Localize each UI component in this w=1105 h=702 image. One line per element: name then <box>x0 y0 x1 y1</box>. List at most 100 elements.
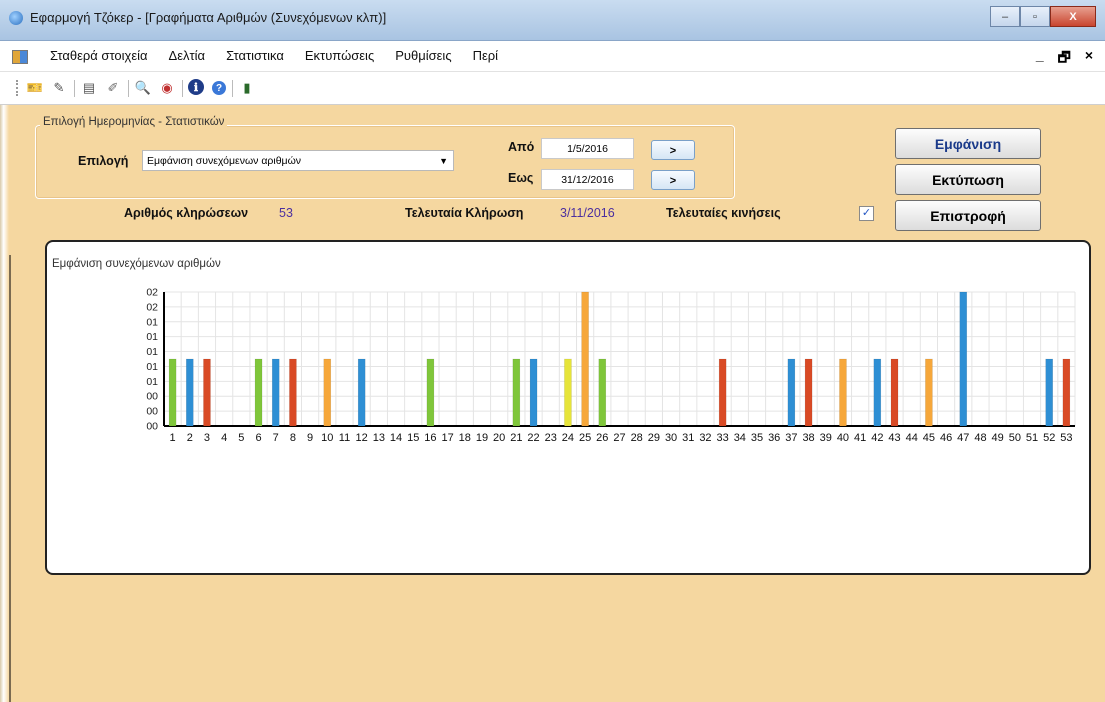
x-tick-label: 47 <box>957 432 969 444</box>
last-moves-label: Τελευταίες κινήσεις <box>666 206 781 220</box>
x-tick-label: 33 <box>717 432 729 444</box>
window-controls: – ▫ X <box>990 6 1096 27</box>
maximize-button[interactable]: ▫ <box>1020 6 1050 27</box>
bar-22 <box>529 358 538 427</box>
to-date-picker-button[interactable]: > <box>651 170 695 190</box>
x-tick-label: 18 <box>459 432 471 444</box>
x-tick-label: 11 <box>339 432 350 444</box>
bar-3 <box>203 358 211 427</box>
x-tick-label: 41 <box>854 432 866 444</box>
x-tick-label: 28 <box>631 432 643 444</box>
info-icon[interactable]: ℹ <box>188 79 204 95</box>
window-title-bar: Εφαρμογή Τζόκερ - [Γραφήματα Αριθμών (Συ… <box>0 0 1105 41</box>
x-tick-label: 15 <box>407 432 419 444</box>
y-tick-label: 01 <box>146 346 158 358</box>
x-tick-label: 23 <box>545 432 557 444</box>
document-icon[interactable]: ▤ <box>80 79 98 97</box>
chart-title: Εμφάνιση συνεχόμενων αριθμών <box>52 258 221 270</box>
to-date-input[interactable]: 31/12/2016 <box>541 169 634 190</box>
x-tick-label: 38 <box>802 432 814 444</box>
x-tick-label: 3 <box>204 432 210 444</box>
group-title: Επιλογή Ημερομηνίας - Στατιστικών <box>40 116 228 128</box>
window-title: Εφαρμογή Τζόκερ - [Γραφήματα Αριθμών (Συ… <box>30 10 387 25</box>
menu-prints[interactable]: Εκτυπώσεις <box>295 48 385 63</box>
help-icon[interactable]: ? <box>212 81 226 95</box>
x-tick-label: 22 <box>527 432 539 444</box>
x-tick-label: 35 <box>751 432 763 444</box>
x-tick-label: 42 <box>871 432 883 444</box>
chart-icon[interactable]: ✐ <box>104 79 122 97</box>
bar-7 <box>271 358 280 427</box>
menu-statistics[interactable]: Στατιστικα <box>216 48 295 63</box>
x-tick-label: 2 <box>187 432 193 444</box>
bar-8 <box>289 358 297 427</box>
toolbar: 🎫 ✎ ▤ ✐ 🔍 ◉ ℹ ? ▮ <box>0 72 1105 105</box>
selection-value: Εμφάνιση συνεχόμενων αριθμών <box>147 155 302 167</box>
show-button[interactable]: Εμφάνιση <box>895 128 1041 159</box>
from-date-input[interactable]: 1/5/2016 <box>541 138 634 159</box>
x-tick-label: 30 <box>665 432 677 444</box>
mdi-child-icon[interactable] <box>12 50 28 64</box>
bar-33 <box>718 358 727 427</box>
menu-tickets[interactable]: Δελτία <box>159 48 217 63</box>
x-tick-label: 16 <box>424 432 436 444</box>
x-tick-label: 17 <box>441 432 453 444</box>
x-tick-label: 27 <box>613 432 625 444</box>
bar-40 <box>839 358 847 427</box>
bar-47 <box>959 291 968 427</box>
globe-icon[interactable]: ◉ <box>158 79 176 97</box>
menu-settings[interactable]: Ρυθμίσεις <box>385 48 462 63</box>
x-tick-label: 32 <box>699 432 711 444</box>
mdi-close-button[interactable]: × <box>1085 47 1093 71</box>
x-tick-label: 50 <box>1009 432 1021 444</box>
toolbar-separator <box>182 80 183 97</box>
exit-door-icon[interactable]: ▮ <box>238 79 256 97</box>
x-tick-label: 46 <box>940 432 952 444</box>
bar-42 <box>873 358 882 427</box>
toolbar-separator <box>128 80 129 97</box>
mdi-minimize-button[interactable]: _ <box>1036 47 1044 71</box>
y-tick-label: 00 <box>146 421 158 433</box>
bar-1 <box>168 358 177 427</box>
toolbar-separator <box>232 80 233 97</box>
draws-count-value: 53 <box>279 206 293 220</box>
menu-fixed-data[interactable]: Σταθερά στοιχεία <box>40 48 159 63</box>
last-moves-checkbox[interactable]: ✓ <box>859 206 874 221</box>
bar-25 <box>581 291 589 427</box>
x-tick-label: 49 <box>992 432 1004 444</box>
ticket-icon[interactable]: 🎫 <box>26 79 44 97</box>
bar-53 <box>1062 358 1071 427</box>
chevron-down-icon[interactable]: ▼ <box>439 151 448 172</box>
bar-6 <box>254 358 263 427</box>
toolbar-grip[interactable] <box>16 80 20 96</box>
menu-about[interactable]: Περί <box>463 48 509 63</box>
consecutive-numbers-chart: 000000010101010102021 2 3 4 5 6 7 8 9 10 11 12 13 14 1… <box>146 287 1076 444</box>
x-tick-label: 19 <box>476 432 488 444</box>
draws-count-label: Αριθμός κληρώσεων <box>124 206 249 220</box>
toolbar-separator <box>74 80 75 97</box>
minimize-button[interactable]: – <box>990 6 1020 27</box>
x-tick-label: 1 <box>170 432 176 444</box>
x-tick-label: 37 <box>785 432 797 444</box>
x-tick-label: 26 <box>596 432 608 444</box>
x-tick-label: 20 <box>493 432 505 444</box>
x-tick-label: 31 <box>682 432 694 444</box>
y-tick-label: 00 <box>146 391 158 403</box>
search-icon[interactable]: 🔍 <box>134 79 152 97</box>
x-tick-label: 45 <box>923 432 935 444</box>
menu-items: Σταθερά στοιχεία Δελτία Στατιστικα Εκτυπ… <box>40 48 509 63</box>
menu-bar: Σταθερά στοιχεία Δελτία Στατιστικα Εκτυπ… <box>0 41 1105 72</box>
edit-icon[interactable]: ✎ <box>50 79 68 97</box>
from-date-picker-button[interactable]: > <box>651 140 695 160</box>
x-tick-label: 24 <box>562 432 574 444</box>
back-button[interactable]: Επιστροφή <box>895 200 1041 231</box>
bar-10 <box>323 358 332 427</box>
mdi-restore-button[interactable]: 🗗 <box>1058 47 1071 71</box>
selection-dropdown[interactable]: Εμφάνιση συνεχόμενων αριθμών ▼ <box>142 150 454 171</box>
left-frame-edge <box>0 105 9 702</box>
bar-16 <box>426 358 435 427</box>
close-button[interactable]: X <box>1050 6 1096 27</box>
print-button[interactable]: Εκτύπωση <box>895 164 1041 195</box>
y-tick-label: 00 <box>146 406 158 418</box>
x-tick-label: 52 <box>1043 432 1055 444</box>
